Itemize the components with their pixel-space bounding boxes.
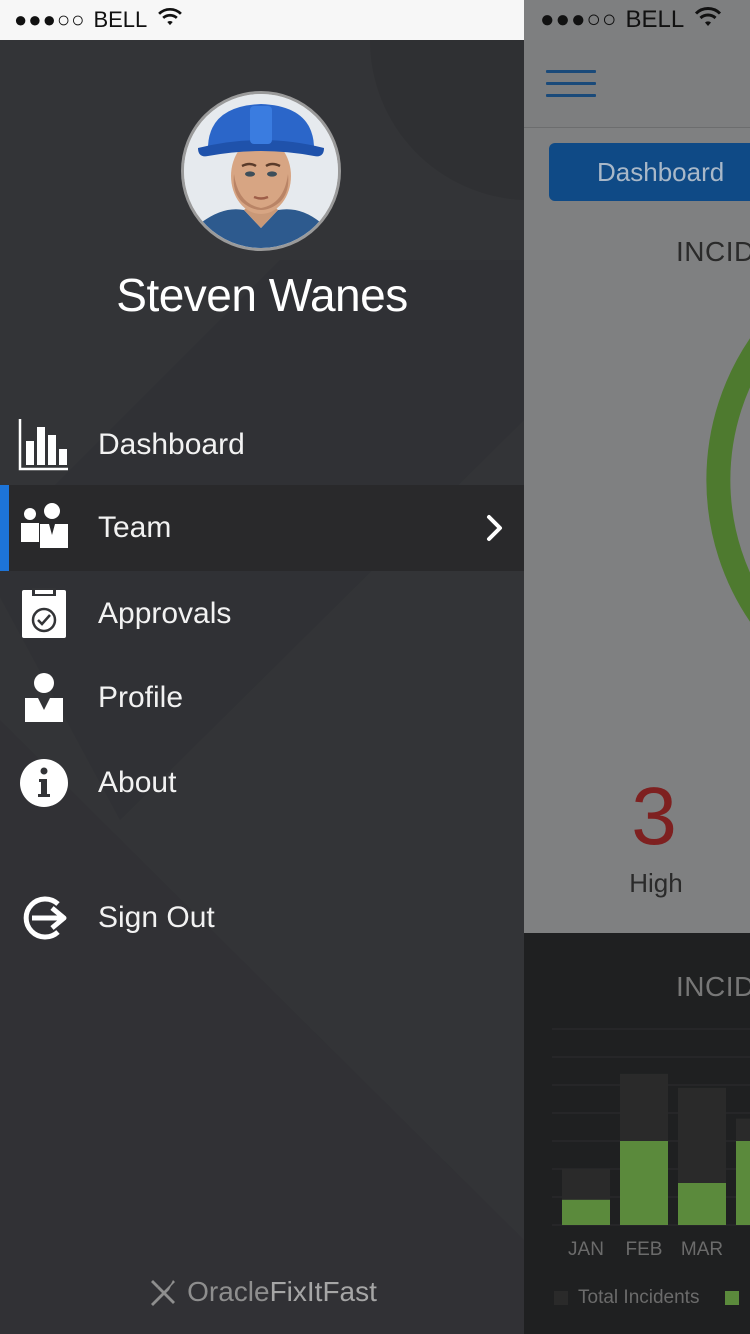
incidents-bar-chart: JANFEBMARA <box>552 1028 750 1260</box>
chevron-right-icon <box>487 515 502 541</box>
info-icon <box>20 759 68 807</box>
brand-footer: Oracle FixItFast <box>0 1276 524 1308</box>
bar-resolved-mar <box>678 1183 726 1225</box>
hamburger-menu-icon[interactable] <box>546 70 596 100</box>
x-tick-label: MAR <box>681 1239 723 1260</box>
signal-indicator: ●●●○○ <box>14 7 86 32</box>
bar-chart-icon <box>18 419 68 471</box>
brand-name-fixitfast: FixItFast <box>269 1276 377 1307</box>
sidebar-item-profile[interactable]: Profile <box>0 655 524 741</box>
legend-swatch-resolved <box>725 1291 740 1305</box>
incidents-title: INCID <box>676 236 750 267</box>
sidebar-item-approvals[interactable]: Approvals <box>0 571 524 657</box>
x-tick-label: JAN <box>568 1239 604 1260</box>
main-header <box>524 40 750 128</box>
user-photo <box>184 94 338 248</box>
signal-indicator: ●●●○○ <box>540 6 618 33</box>
sidebar-item-about[interactable]: About <box>0 740 524 826</box>
legend-label-total: Total Incidents <box>578 1287 700 1308</box>
person-icon <box>25 673 63 722</box>
clipboard-check-icon <box>22 588 66 638</box>
sidebar-item-label: Approvals <box>98 597 232 630</box>
high-count: 3 <box>631 771 677 862</box>
avatar[interactable] <box>181 91 341 251</box>
main-screen: ●●●○○ BELL Dashboard INCID 3 High INCID … <box>524 0 750 1334</box>
bar-resolved-a <box>736 1141 750 1225</box>
incidents-chart-panel: INCID JANFEBMARA Total Incidents <box>524 933 750 1334</box>
wifi-icon <box>694 6 722 35</box>
user-name: Steven Wanes <box>116 269 408 321</box>
bar-resolved-jan <box>562 1199 610 1225</box>
sidebar-item-sign-out[interactable]: Sign Out <box>0 875 524 961</box>
sidebar-item-label: About <box>98 766 177 799</box>
carrier-label: BELL <box>93 7 148 32</box>
carrier-label: BELL <box>625 6 685 33</box>
sidebar-item-label: Team <box>98 511 172 544</box>
chart-legend: Total Incidents <box>554 1287 740 1309</box>
dashboard-tab-button[interactable]: Dashboard <box>549 143 750 201</box>
sidebar-item-label: Profile <box>98 681 184 714</box>
tools-icon <box>151 1280 176 1306</box>
legend-swatch-total <box>554 1291 568 1305</box>
sidebar-item-label: Sign Out <box>98 901 215 934</box>
high-label: High <box>629 868 683 898</box>
sidebar-item-team[interactable]: Team <box>0 485 524 571</box>
bar-resolved-feb <box>620 1141 668 1225</box>
sidebar-item-label: Dashboard <box>98 428 245 461</box>
incidents-ring-chart <box>706 338 750 622</box>
brand-name-oracle: Oracle <box>187 1276 270 1307</box>
sign-out-icon <box>23 896 67 940</box>
main-status-bar: ●●●○○ BELL <box>524 0 750 40</box>
status-bar: ●●●○○ BELL <box>0 0 524 40</box>
wifi-icon <box>157 7 183 33</box>
navigation-drawer: ●●●○○ BELL Steven Wanes Dashboard Team A… <box>0 0 524 1334</box>
x-tick-label: FEB <box>626 1239 663 1260</box>
sidebar-item-dashboard[interactable]: Dashboard <box>0 402 524 488</box>
incidents-chart-title: INCID <box>676 971 750 1002</box>
team-icon <box>21 503 68 548</box>
